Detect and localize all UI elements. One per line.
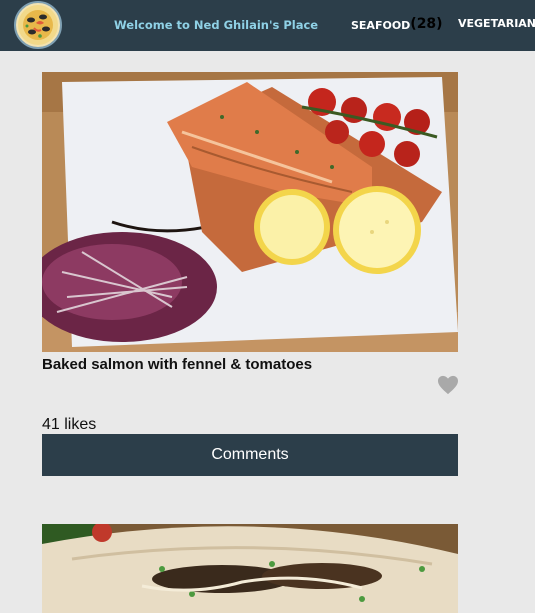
recipe-title[interactable]: Baked salmon with fennel & tomatoes [42,356,312,373]
nav-item-seafood[interactable]: SEAFOOD(28) [351,16,443,33]
nav-item-seafood-label: SEAFOOD [351,19,411,32]
comments-button[interactable]: Comments [42,434,458,476]
nav-item-vegetarian-label: VEGETARIAN [458,17,535,30]
recipe-card [42,524,458,613]
like-heart-icon[interactable] [437,375,459,395]
site-title: Welcome to Ned Ghilain's Place [114,18,319,32]
paella-logo-icon [18,5,58,45]
top-navbar: Welcome to Ned Ghilain's Place SEAFOOD(2… [0,0,535,51]
site-logo[interactable] [14,1,62,49]
likes-count: 41 likes [42,416,97,433]
nav-item-seafood-count: (28) [410,16,443,32]
recipe-card: Baked salmon with fennel & tomatoes 41 l… [42,72,458,476]
heart-icon [438,375,458,395]
baked-salmon-image[interactable] [42,72,458,352]
nav-item-vegetarian[interactable]: VEGETARIAN [458,17,535,30]
fish-tacos-image[interactable] [42,524,458,613]
